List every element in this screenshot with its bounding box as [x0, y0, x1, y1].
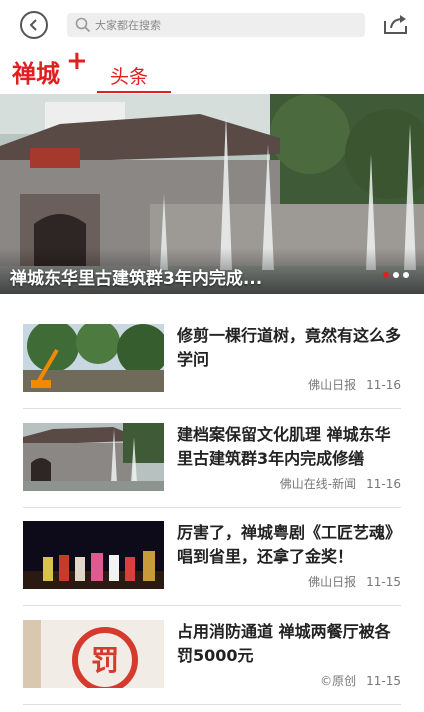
back-arrow-icon [29, 19, 37, 31]
top-bar: 大家都在搜索 [0, 0, 424, 50]
news-source: 佛山日报 [308, 575, 357, 589]
search-placeholder: 大家都在搜索 [95, 19, 161, 32]
divider [23, 507, 401, 508]
news-meta: 佛山在线-新闻 11-16 [280, 475, 401, 492]
news-date: 11-15 [366, 575, 401, 589]
news-date: 11-16 [366, 477, 401, 491]
news-item[interactable]: 罚 占用消防通道 禅城两餐厅被各罚5000元 ©原创 11-15 [23, 620, 401, 712]
news-thumbnail [23, 324, 164, 392]
banner-carousel[interactable]: 禅城东华里古建筑群3年内完成... [0, 94, 424, 294]
news-thumbnail [23, 521, 164, 589]
news-date: 11-15 [366, 674, 401, 688]
search-icon [75, 17, 91, 33]
share-button[interactable] [382, 12, 410, 36]
news-meta: ©原创 11-15 [320, 672, 401, 689]
search-input[interactable]: 大家都在搜索 [67, 13, 365, 37]
news-meta: 佛山日报 11-16 [308, 376, 401, 393]
tab-headlines[interactable]: 头条 [110, 62, 148, 89]
news-thumbnail [23, 423, 164, 491]
back-button[interactable] [20, 11, 48, 39]
carousel-dots [383, 272, 409, 278]
news-item[interactable]: 建档案保留文化肌理 禅城东华里古建筑群3年内完成修缮 佛山在线-新闻 11-16 [23, 423, 401, 519]
news-meta: 佛山日报 11-15 [308, 573, 401, 590]
active-tab-indicator [97, 91, 171, 93]
share-icon [384, 15, 407, 34]
news-source: 佛山日报 [308, 378, 357, 392]
brand-plus: + [66, 46, 88, 76]
brand-logo: 禅城 [12, 60, 60, 88]
news-item[interactable]: 厉害了，禅城粤剧《工匠艺魂》唱到省里，还拿了金奖！ 佛山日报 11-15 [23, 521, 401, 617]
banner-caption: 禅城东华里古建筑群3年内完成... [10, 269, 263, 289]
news-item[interactable]: 修剪一棵行道树，竟然有这么多学问 佛山日报 11-16 [23, 324, 401, 420]
news-title: 建档案保留文化肌理 禅城东华里古建筑群3年内完成修缮 [177, 425, 391, 468]
penalty-stamp: 罚 [91, 644, 119, 677]
carousel-dot[interactable] [393, 272, 399, 278]
channel-tabs: 禅城 + 头条 [0, 46, 424, 94]
divider [23, 704, 401, 705]
carousel-dot[interactable] [383, 272, 389, 278]
carousel-dot[interactable] [403, 272, 409, 278]
news-title: 厉害了，禅城粤剧《工匠艺魂》唱到省里，还拿了金奖！ [177, 523, 402, 566]
news-title: 占用消防通道 禅城两餐厅被各罚5000元 [177, 622, 391, 665]
news-date: 11-16 [366, 378, 401, 392]
news-source: ©原创 [320, 674, 357, 688]
divider [23, 605, 401, 606]
news-thumbnail: 罚 [23, 620, 164, 688]
news-title: 修剪一棵行道树，竟然有这么多学问 [177, 326, 402, 369]
news-source: 佛山在线-新闻 [279, 477, 357, 491]
divider [23, 408, 401, 409]
